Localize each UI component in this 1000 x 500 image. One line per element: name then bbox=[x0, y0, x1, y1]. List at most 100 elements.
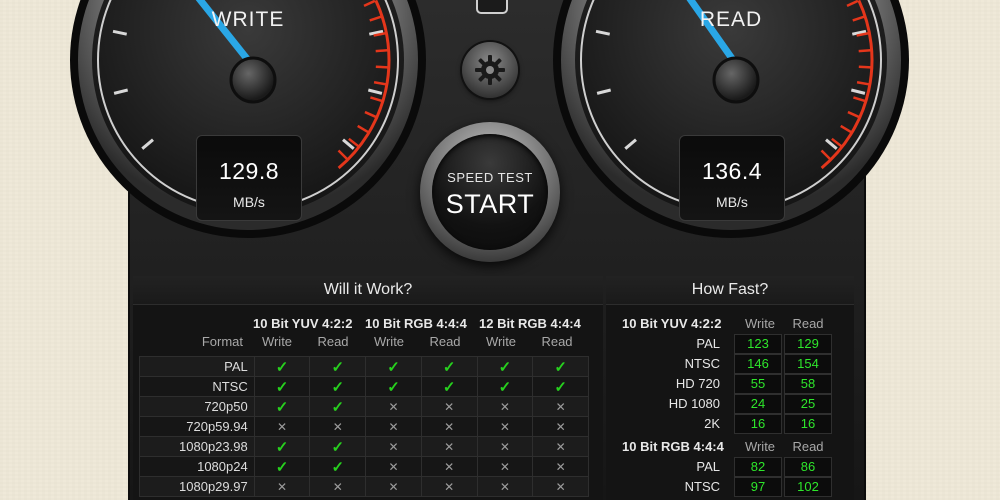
group-header: 10 Bit YUV 4:2:2 bbox=[253, 316, 353, 331]
check-icon: ✓ bbox=[275, 458, 289, 476]
check-icon: ✓ bbox=[331, 438, 345, 456]
status-cell: ✕ bbox=[476, 416, 534, 437]
settings-button[interactable] bbox=[462, 42, 518, 98]
format-label: 2K bbox=[704, 416, 720, 431]
format-label: NTSC bbox=[684, 479, 720, 494]
cross-icon: ✕ bbox=[555, 440, 566, 454]
cross-icon: ✕ bbox=[555, 420, 566, 434]
cross-icon: ✕ bbox=[499, 400, 510, 414]
format-label: HD 1080 bbox=[668, 396, 720, 411]
cross-icon: ✕ bbox=[555, 480, 566, 494]
status-cell: ✓ bbox=[309, 436, 367, 457]
group-header: 10 Bit RGB 4:4:4 bbox=[365, 316, 467, 331]
check-icon: ✓ bbox=[387, 358, 400, 376]
status-cell: ✕ bbox=[476, 436, 534, 457]
start-button-sublabel: SPEED TEST bbox=[447, 170, 533, 185]
check-icon: ✓ bbox=[331, 458, 345, 476]
status-cell: ✓ bbox=[309, 456, 367, 477]
read-fps-value: 154 bbox=[784, 354, 832, 374]
check-icon: ✓ bbox=[554, 378, 567, 396]
write-fps-value: 55 bbox=[734, 374, 782, 394]
section-header: 10 Bit YUV 4:2:2 bbox=[622, 316, 722, 331]
write-fps-value: 82 bbox=[734, 457, 782, 477]
how-fast-title: How Fast? bbox=[606, 276, 854, 305]
status-cell: ✕ bbox=[532, 396, 589, 417]
status-cell: ✕ bbox=[365, 476, 422, 497]
status-cell: ✓ bbox=[476, 356, 534, 377]
write-fps-value: 97 bbox=[734, 477, 782, 497]
how-fast-row: PAL 82 86 bbox=[606, 457, 854, 477]
format-label: HD 720 bbox=[675, 376, 720, 391]
status-cell: ✕ bbox=[476, 456, 534, 477]
write-unit: MB/s bbox=[233, 194, 265, 210]
read-gauge: READ 136.4 MB/s bbox=[551, 0, 911, 240]
status-cell: ✕ bbox=[420, 476, 478, 497]
write-fps-value: 16 bbox=[734, 414, 782, 434]
read-fps-value: 58 bbox=[784, 374, 832, 394]
check-icon: ✓ bbox=[442, 378, 456, 396]
write-col-header: Write bbox=[261, 334, 293, 349]
format-header: Format bbox=[201, 334, 243, 349]
how-fast-row: NTSC 97 102 bbox=[606, 477, 854, 497]
cross-icon: ✕ bbox=[499, 420, 510, 434]
format-label: PAL bbox=[696, 459, 720, 474]
status-cell: ✕ bbox=[309, 476, 367, 497]
cross-icon: ✕ bbox=[388, 440, 399, 454]
status-cell: ✕ bbox=[420, 456, 478, 477]
table-row: 1080p24 ✓ ✓ ✕ ✕ ✕ ✕ bbox=[139, 456, 589, 477]
status-cell: ✕ bbox=[365, 436, 422, 457]
will-it-work-table: PAL ✓ ✓ ✓ ✓ ✓ ✓ NTSC ✓ ✓ ✓ ✓ ✓ ✓ 720p50 ✓ ✓ ✕ ✕ ✕ ✕ 720p59.94… bbox=[139, 356, 589, 497]
status-cell: ✓ bbox=[309, 376, 367, 397]
check-icon: ✓ bbox=[387, 378, 400, 396]
status-cell: ✕ bbox=[365, 416, 422, 437]
status-cell: ✓ bbox=[532, 356, 589, 377]
check-icon: ✓ bbox=[554, 358, 567, 376]
read-col-header: Read bbox=[792, 316, 824, 331]
section-header: 10 Bit RGB 4:4:4 bbox=[622, 439, 724, 454]
read-col-header: Read bbox=[541, 334, 573, 349]
table-row: PAL ✓ ✓ ✓ ✓ ✓ ✓ bbox=[139, 356, 589, 377]
cross-icon: ✕ bbox=[277, 480, 288, 494]
write-fps-value: 24 bbox=[734, 394, 782, 414]
read-col-header: Read bbox=[317, 334, 349, 349]
table-row: NTSC ✓ ✓ ✓ ✓ ✓ ✓ bbox=[139, 376, 589, 397]
top-tab[interactable] bbox=[476, 0, 508, 14]
status-cell: ✓ bbox=[420, 376, 478, 397]
cross-icon: ✕ bbox=[388, 460, 399, 474]
status-cell: ✓ bbox=[532, 376, 589, 397]
how-fast-panel: How Fast? 10 Bit YUV 4:2:2 Write Read PA… bbox=[606, 276, 854, 500]
write-value: 129.8 bbox=[218, 158, 280, 184]
status-cell: ✕ bbox=[365, 396, 422, 417]
check-icon: ✓ bbox=[275, 398, 289, 416]
status-cell: ✓ bbox=[253, 436, 311, 457]
status-cell: ✓ bbox=[365, 356, 422, 377]
write-fps-value: 146 bbox=[734, 354, 782, 374]
status-cell: ✕ bbox=[532, 436, 589, 457]
read-fps-value: 86 bbox=[784, 457, 832, 477]
read-fps-value: 102 bbox=[784, 477, 832, 497]
format-label: 720p59.94 bbox=[139, 416, 255, 437]
cross-icon: ✕ bbox=[388, 400, 399, 414]
status-cell: ✓ bbox=[309, 356, 367, 377]
write-gauge-hub bbox=[229, 56, 277, 104]
read-unit: MB/s bbox=[716, 194, 748, 210]
status-cell: ✓ bbox=[365, 376, 422, 397]
read-value: 136.4 bbox=[701, 158, 763, 184]
read-col-header: Read bbox=[792, 439, 824, 454]
status-cell: ✕ bbox=[253, 416, 311, 437]
format-label: 1080p24 bbox=[139, 456, 255, 477]
format-label: NTSC bbox=[139, 376, 255, 397]
gear-icon bbox=[475, 55, 505, 85]
status-cell: ✓ bbox=[420, 356, 478, 377]
cross-icon: ✕ bbox=[499, 480, 510, 494]
how-fast-row: NTSC 146 154 bbox=[606, 354, 854, 374]
cross-icon: ✕ bbox=[444, 400, 455, 414]
read-readout: 136.4 MB/s bbox=[679, 135, 785, 221]
write-fps-value: 123 bbox=[734, 334, 782, 354]
format-label: 1080p23.98 bbox=[139, 436, 255, 457]
start-button[interactable]: SPEED TEST START bbox=[420, 122, 560, 262]
cross-icon: ✕ bbox=[332, 420, 343, 434]
status-cell: ✕ bbox=[532, 476, 589, 497]
table-row: 720p59.94 ✕ ✕ ✕ ✕ ✕ ✕ bbox=[139, 416, 589, 437]
status-cell: ✓ bbox=[253, 356, 311, 377]
